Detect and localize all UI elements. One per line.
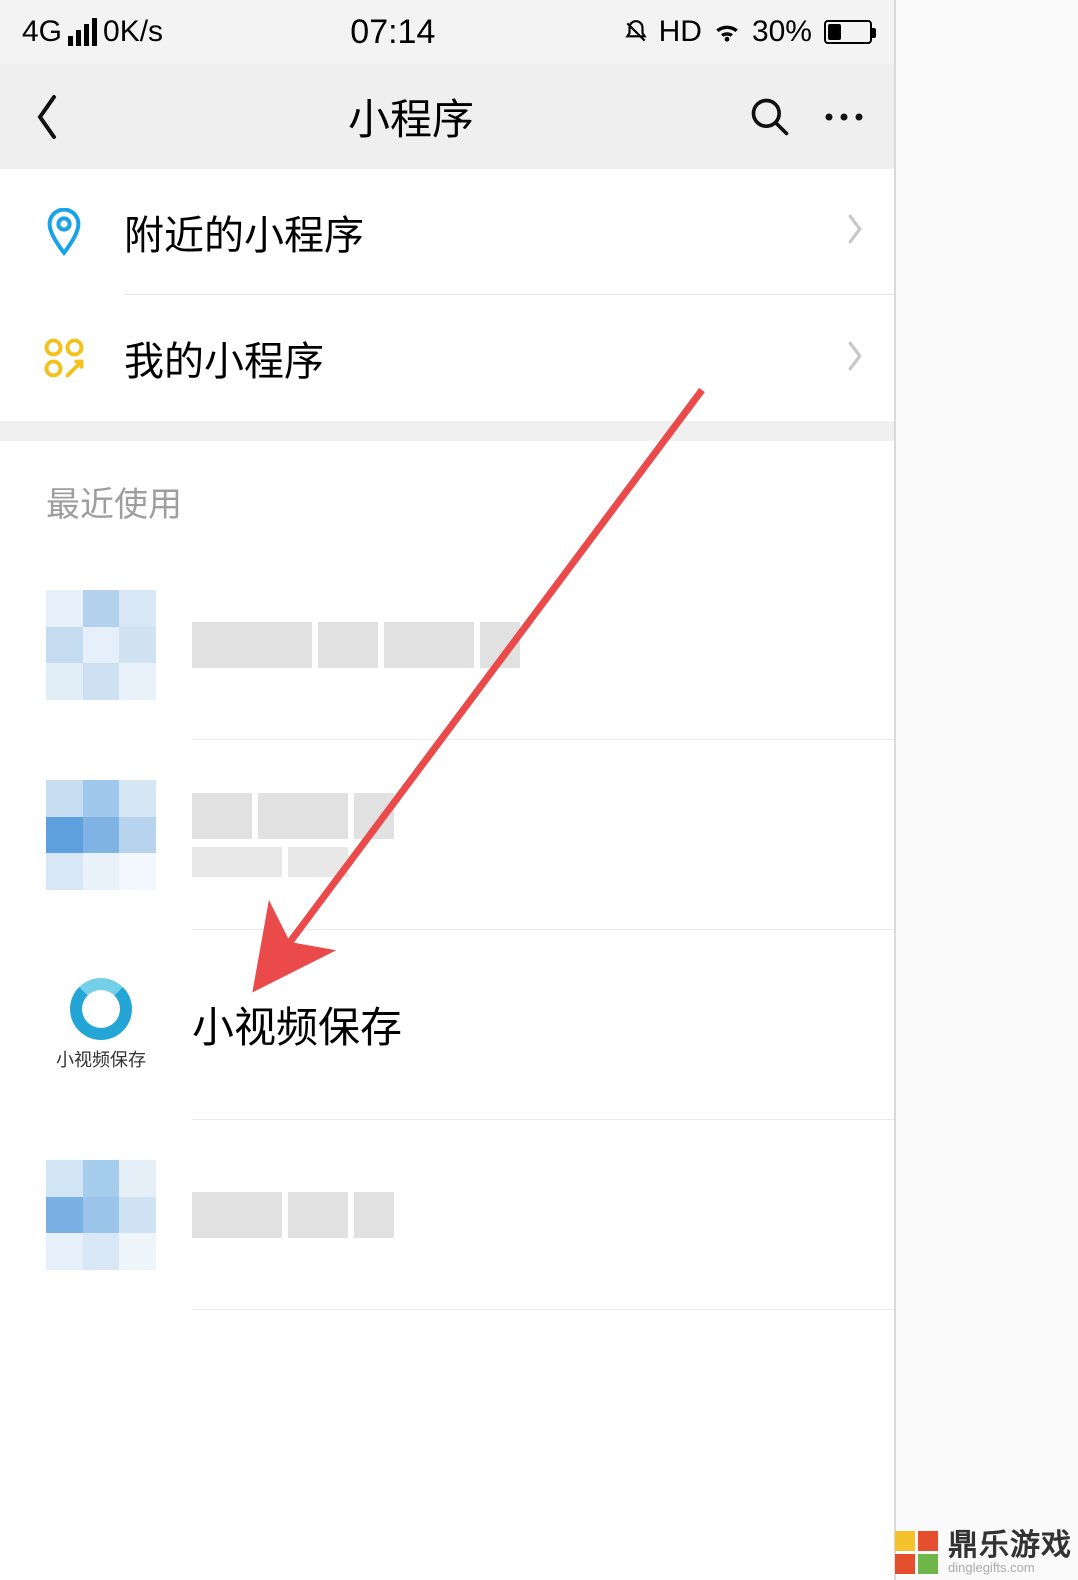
network-speed: 0K/s (103, 15, 163, 49)
nav-bar: 小程序 (0, 64, 894, 169)
status-time: 07:14 (350, 13, 435, 52)
silent-icon (623, 19, 649, 45)
status-left: 4G 0K/s (22, 15, 163, 49)
back-button[interactable] (18, 87, 78, 147)
watermark-domain: dinglegifts.com (948, 1561, 1072, 1574)
location-icon (40, 208, 88, 256)
apps-icon (40, 334, 88, 382)
censored-text (192, 793, 394, 877)
recent-item-censored[interactable] (46, 550, 894, 740)
hd-indicator: HD (659, 15, 702, 49)
chevron-right-icon (846, 340, 864, 377)
more-button[interactable] (818, 91, 870, 143)
signal-icon (68, 18, 97, 46)
status-right: HD 30% (623, 15, 872, 49)
status-bar: 4G 0K/s 07:14 HD 30% (0, 0, 894, 64)
battery-percent: 30% (752, 15, 812, 49)
recent-list: 小视频保存 小视频保存 (0, 550, 894, 1310)
wifi-icon (712, 20, 742, 44)
avatar-caption: 小视频保存 (56, 1046, 146, 1072)
nearby-miniprograms-label: 附近的小程序 (124, 203, 364, 261)
recent-item-censored[interactable] (46, 740, 894, 930)
nearby-miniprograms-row[interactable]: 附近的小程序 (40, 169, 894, 295)
top-list: 附近的小程序 我的小程序 (0, 169, 894, 421)
censored-text (192, 622, 520, 668)
right-gutter (896, 0, 1078, 1580)
censored-avatar (46, 1160, 156, 1270)
recent-item-name: 小视频保存 (192, 994, 402, 1055)
censored-avatar (46, 590, 156, 700)
watermark-name: 鼎乐游戏 (948, 1531, 1072, 1561)
recent-section-title: 最近使用 (0, 441, 894, 550)
network-type: 4G (22, 15, 62, 49)
page-title: 小程序 (348, 86, 474, 147)
search-button[interactable] (744, 91, 796, 143)
my-miniprograms-row[interactable]: 我的小程序 (40, 295, 894, 421)
censored-avatar (46, 780, 156, 890)
section-divider (0, 421, 894, 441)
censored-text (192, 1192, 394, 1238)
video-save-avatar: 小视频保存 (46, 970, 156, 1080)
recent-item-censored[interactable] (46, 1120, 894, 1310)
recent-item-video-save[interactable]: 小视频保存 小视频保存 (46, 930, 894, 1120)
watermark: 鼎乐游戏 dinglegifts.com (895, 1531, 1072, 1574)
my-miniprograms-label: 我的小程序 (124, 329, 324, 387)
phone-screen: 4G 0K/s 07:14 HD 30% 小程序 (0, 0, 896, 1580)
chevron-right-icon (846, 213, 864, 250)
battery-icon (824, 20, 872, 44)
watermark-logo-icon (895, 1531, 938, 1574)
